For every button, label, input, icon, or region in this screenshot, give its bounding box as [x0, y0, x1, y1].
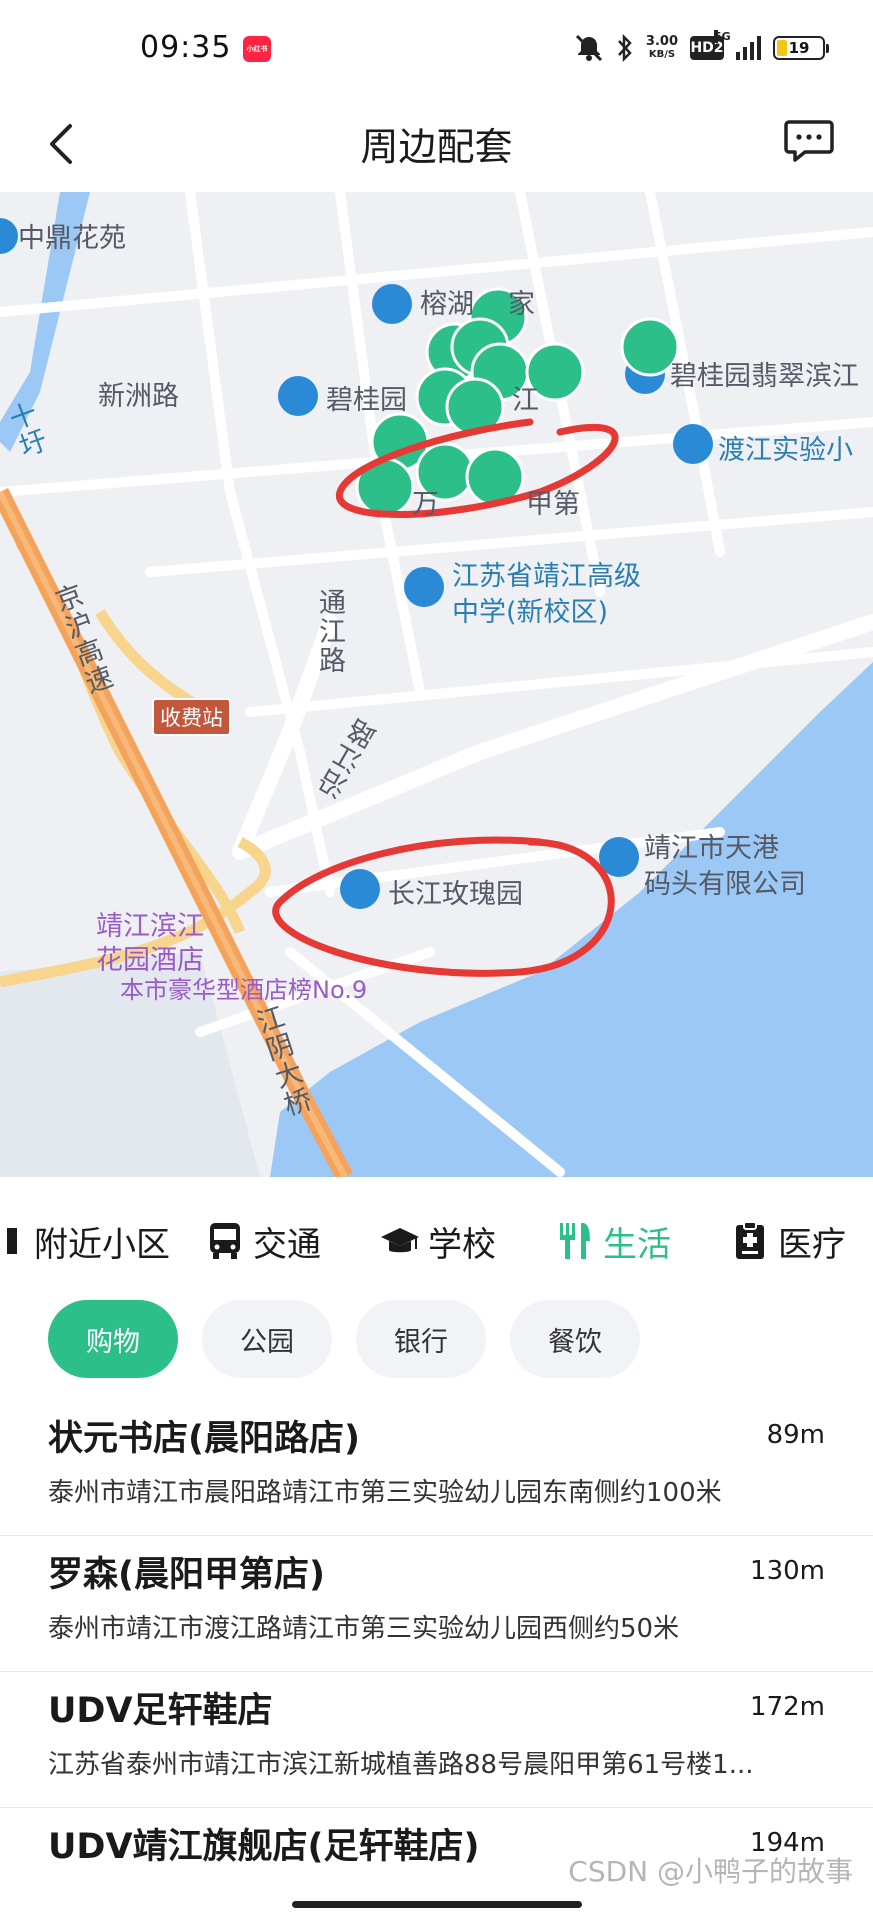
- map-canvas: [0, 192, 873, 1177]
- status-time: 09:35: [140, 30, 232, 65]
- map-label-jiangsu-school-1: 江苏省靖江高级: [452, 561, 641, 592]
- poi-distance: 172m: [750, 1692, 825, 1722]
- tab-nearby-communities[interactable]: 附近小区: [0, 1217, 170, 1265]
- chip-dining[interactable]: 餐饮: [510, 1300, 640, 1378]
- battery-level: 19: [788, 39, 810, 57]
- tab-schools[interactable]: 学校: [380, 1217, 496, 1265]
- chip-park[interactable]: 公园: [202, 1300, 332, 1378]
- map-label-jiangsu-school-2: 中学(新校区): [452, 597, 609, 628]
- page-title: 周边配套: [360, 125, 513, 169]
- bus-icon: [205, 1221, 245, 1261]
- tab-label: 附近小区: [34, 1224, 170, 1265]
- network-speed: 3.00 KB/S: [646, 35, 678, 61]
- map-label-xinzhou-road: 新洲路: [98, 381, 179, 412]
- map-label-rongxi: 榕湖: [420, 289, 474, 320]
- category-tabs: 附近小区 交通 学校 生活 医疗: [0, 1177, 873, 1301]
- utensils-icon: [555, 1221, 595, 1261]
- map-label-wanfang-suffix: 甲第: [526, 489, 580, 520]
- list-item[interactable]: UDV足轩鞋店 172m 江苏省泰州市靖江市滨江新城植善路88号晨阳甲第61号楼…: [0, 1672, 873, 1808]
- map-label-tiangang-1: 靖江市天港: [644, 833, 779, 864]
- poi-distance: 89m: [766, 1420, 825, 1450]
- poi-name: 状元书店(晨阳路店): [48, 1419, 360, 1459]
- subcategory-chips: 购物 公园 银行 餐饮: [48, 1300, 640, 1378]
- cell-signal-icon: 5G: [714, 30, 761, 60]
- map-label-zhongding: 中鼎花苑: [18, 223, 126, 254]
- bluetooth-icon: [618, 33, 632, 63]
- speed-unit: KB/S: [648, 49, 676, 60]
- poi-name: UDV足轩鞋店: [48, 1691, 273, 1731]
- home-indicator[interactable]: [292, 1901, 582, 1908]
- battery-icon: 19: [773, 36, 829, 60]
- poi-address: 泰州市靖江市晨阳路靖江市第三实验幼儿园东南侧约100米: [48, 1478, 722, 1508]
- toll-station-label: 收费站: [152, 698, 231, 736]
- poi-distance: 130m: [750, 1556, 825, 1586]
- header: 周边配套: [0, 96, 873, 192]
- home-icon: [0, 1221, 26, 1261]
- watermark: CSDN @小鸭子的故事: [568, 1855, 853, 1888]
- map-view[interactable]: 中鼎花苑 新洲路 榕湖 家 碧桂园 江 碧桂园翡翠滨江 渡江实验小 万 甲第 江…: [0, 192, 873, 1177]
- map-label-rongxi-suffix: 家: [508, 289, 535, 320]
- network-type: 5G: [714, 30, 731, 43]
- tab-medical[interactable]: 医疗: [730, 1217, 846, 1265]
- status-icons: 3.00 KB/S HD2 5G 19: [574, 30, 829, 66]
- map-label-biguiyuan-suffix: 江: [512, 385, 539, 416]
- tab-label: 交通: [253, 1224, 321, 1265]
- map-label-biguiyuan-feicui: 碧桂园翡翠滨江: [670, 361, 859, 392]
- medical-report-icon: [730, 1221, 770, 1261]
- map-label-wanfang: 万: [412, 489, 439, 520]
- poi-address: 泰州市靖江市渡江路靖江市第三实验幼儿园西侧约50米: [48, 1614, 680, 1644]
- tab-transport[interactable]: 交通: [205, 1217, 321, 1265]
- chip-shopping[interactable]: 购物: [48, 1300, 178, 1378]
- list-item[interactable]: 状元书店(晨阳路店) 89m 泰州市靖江市晨阳路靖江市第三实验幼儿园东南侧约10…: [0, 1400, 873, 1536]
- poi-address: 江苏省泰州市靖江市滨江新城植善路88号晨阳甲第61号楼1...: [48, 1750, 754, 1780]
- list-item[interactable]: 罗森(晨阳甲第店) 130m 泰州市靖江市渡江路靖江市第三实验幼儿园西侧约50米: [0, 1536, 873, 1672]
- mute-icon: [575, 34, 602, 62]
- tab-life[interactable]: 生活: [555, 1217, 671, 1265]
- speed-value: 3.00: [645, 34, 678, 49]
- message-icon[interactable]: [783, 114, 835, 166]
- poi-name: 罗森(晨阳甲第店): [48, 1555, 325, 1595]
- tab-label: 学校: [428, 1224, 496, 1265]
- app-notification-badge: 小红书: [243, 36, 271, 62]
- map-label-hotel-rank: 本市豪华型酒店榜No.9: [120, 976, 368, 1004]
- map-label-tiangang-2: 码头有限公司: [644, 869, 806, 900]
- map-label-tongjiang-road: 通江路: [314, 588, 345, 675]
- chip-bank[interactable]: 银行: [356, 1300, 486, 1378]
- tab-label: 生活: [603, 1224, 671, 1265]
- tab-label: 医疗: [778, 1224, 846, 1265]
- graduation-cap-icon: [380, 1221, 420, 1261]
- status-bar: 09:35 小红书 3.00 KB/S HD2 5G 19: [0, 0, 873, 96]
- map-label-changjiang-rose: 长江玫瑰园: [388, 879, 523, 910]
- map-label-dujiang-school: 渡江实验小: [718, 435, 853, 466]
- poi-name: UDV靖江旗舰店(足轩鞋店): [48, 1827, 480, 1867]
- poi-list: 状元书店(晨阳路店) 89m 泰州市靖江市晨阳路靖江市第三实验幼儿园东南侧约10…: [0, 1400, 873, 1920]
- map-label-biguiyuan: 碧桂园: [326, 385, 407, 416]
